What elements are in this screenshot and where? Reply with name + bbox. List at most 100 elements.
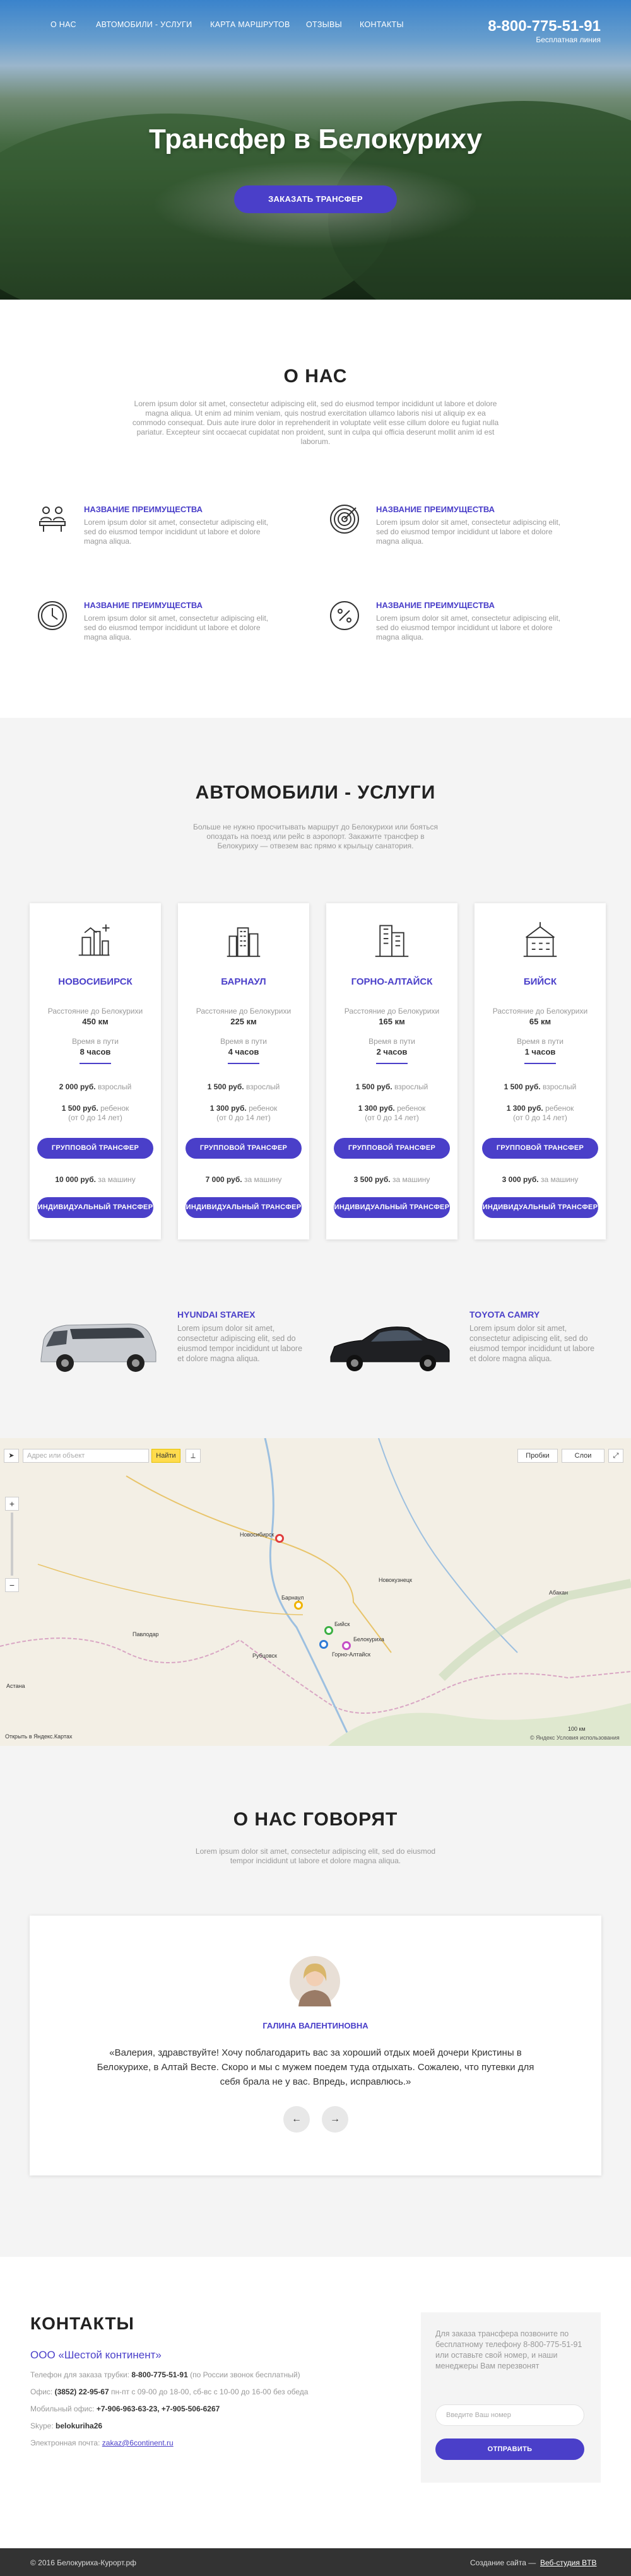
map-marker[interactable] <box>294 1601 303 1610</box>
footer-copyright: © 2016 Белокуриха-Курорт.рф <box>30 2558 136 2567</box>
contact-row: Skype: belokuriha26 <box>30 2421 396 2430</box>
map-city-label: Новокузнецк <box>379 1577 412 1583</box>
contacts-title: КОНТАКТЫ <box>30 2314 134 2333</box>
city-building-icon <box>523 922 557 957</box>
review-quote: «Валерия, здравствуйте! Хочу поблагодари… <box>97 2047 534 2087</box>
individual-transfer-button[interactable]: ИНДИВИДУАЛЬНЫЙ ТРАНСФЕР <box>482 1197 598 1218</box>
prev-review-button[interactable]: ← <box>283 2106 310 2133</box>
group-transfer-button[interactable]: ГРУППОВОЙ ТРАНСФЕР <box>186 1138 302 1159</box>
map-search-input[interactable]: Адрес или объект <box>23 1449 149 1463</box>
contact-label: Телефон для заказа трубки: <box>30 2370 132 2379</box>
footer-credit-link[interactable]: Веб-студия BTB <box>540 2558 597 2567</box>
sedan-image <box>330 1326 450 1371</box>
route-map[interactable]: ➤ Адрес или объект Найти ⟂ Пробки Слои ⤢… <box>0 1438 631 1746</box>
contact-label: Электронная почта: <box>30 2438 102 2447</box>
nav-item-map[interactable]: КАРТА МАРШРУТОВ <box>210 20 290 29</box>
individual-transfer-button[interactable]: ИНДИВИДУАЛЬНЫЙ ТРАНСФЕР <box>37 1197 153 1218</box>
map-city-label: Павлодар <box>133 1631 159 1637</box>
header-phone[interactable]: 8-800-775-51-91 <box>480 18 601 35</box>
services-text: Больше не нужно просчитывать маршрут до … <box>192 823 438 850</box>
map-city-label: Астана <box>6 1683 25 1689</box>
distance-value: 450 км <box>82 1017 109 1026</box>
contact-row: Офис: (3852) 22-95-67 пн-пт с 09-00 до 1… <box>30 2387 396 2396</box>
adult-price: 1 500 руб. взрослый <box>504 1082 577 1091</box>
contact-note: пн-пт с 09-00 до 18-00, сб-вс с 10-00 до… <box>109 2387 309 2396</box>
map-city-label: Бийск <box>334 1621 350 1627</box>
group-transfer-button[interactable]: ГРУППОВОЙ ТРАНСФЕР <box>334 1138 450 1159</box>
company-name: ООО «Шестой континент» <box>30 2349 162 2361</box>
header-phone-note: Бесплатная линия <box>536 35 601 44</box>
nav-item-cars[interactable]: АВТОМОБИЛИ - УСЛУГИ <box>96 20 192 29</box>
service-card: ГОРНО-АЛТАЙСК Расстояние до Белокурихи 165… <box>326 903 457 1239</box>
clock-icon <box>38 601 67 630</box>
city-building-icon <box>78 924 110 956</box>
distance-value: 225 км <box>230 1017 257 1026</box>
distance-label: Расстояние до Белокурихи <box>47 1007 143 1016</box>
child-age-note: (от 0 до 14 лет) <box>68 1113 122 1122</box>
map-marker[interactable] <box>275 1534 284 1543</box>
map-city-label: Абакан <box>549 1590 569 1596</box>
feature-title: НАЗВАНИЕ ПРЕИМУЩЕСТВА <box>376 505 495 514</box>
map-marker[interactable] <box>319 1640 328 1649</box>
contact-label: Skype: <box>30 2421 56 2430</box>
feature-text: Lorem ipsum dolor sit amet, consectetur … <box>84 518 269 546</box>
feature-text: Lorem ipsum dolor sit amet, consectetur … <box>376 518 561 546</box>
phone-input[interactable]: Введите Ваш номер <box>435 2404 584 2426</box>
city-name: БИЙСК <box>523 976 557 987</box>
form-text: Для заказа трансфера позвоните по беспла… <box>435 2329 582 2370</box>
adult-price: 1 500 руб. взрослый <box>355 1082 428 1091</box>
car-price: 7 000 руб. за машину <box>205 1175 282 1184</box>
city-building-icon <box>227 927 261 957</box>
service-card: БИЙСК Расстояние до Белокурихи 65 км Время … <box>475 903 606 1239</box>
nav-item-about[interactable]: О НАС <box>50 20 76 29</box>
time-value: 2 часов <box>376 1047 408 1057</box>
about-title: О НАС <box>283 366 348 387</box>
location-icon[interactable]: ➤ <box>4 1449 19 1463</box>
individual-transfer-button[interactable]: ИНДИВИДУАЛЬНЫЙ ТРАНСФЕР <box>334 1197 450 1218</box>
time-label: Время в пути <box>517 1037 563 1046</box>
group-transfer-button[interactable]: ГРУППОВОЙ ТРАНСФЕР <box>482 1138 598 1159</box>
map-marker[interactable] <box>342 1641 351 1650</box>
map-city-label: Рубцовск <box>252 1653 277 1659</box>
services-title: АВТОМОБИЛИ - УСЛУГИ <box>195 782 436 803</box>
traffic-toggle[interactable]: Пробки <box>517 1449 558 1463</box>
map-scale: 100 км <box>568 1726 586 1732</box>
child-age-note: (от 0 до 14 лет) <box>216 1113 271 1122</box>
map-find-button[interactable]: Найти <box>151 1449 180 1463</box>
layers-button[interactable]: Слои <box>562 1449 604 1463</box>
next-review-button[interactable]: → <box>322 2106 348 2133</box>
contact-value[interactable]: zakaz@6continent.ru <box>102 2438 174 2447</box>
zoom-out-button[interactable]: − <box>5 1578 19 1592</box>
contact-value: +7-906-963-63-23, +7-905-506-6267 <box>96 2404 220 2413</box>
contact-note: (по России звонок бесплатный) <box>187 2370 300 2379</box>
ruler-icon[interactable]: ⟂ <box>186 1449 201 1463</box>
child-price: 1 500 руб. ребенок <box>61 1104 129 1113</box>
feature-text: Lorem ipsum dolor sit amet, consectetur … <box>376 614 561 641</box>
feature-title: НАЗВАНИЕ ПРЕИМУЩЕСТВА <box>84 505 203 514</box>
individual-transfer-button[interactable]: ИНДИВИДУАЛЬНЫЙ ТРАНСФЕР <box>186 1197 302 1218</box>
fullscreen-icon[interactable]: ⤢ <box>608 1449 623 1463</box>
map-city-label: Горно-Алтайск <box>332 1651 371 1658</box>
feature-title: НАЗВАНИЕ ПРЕИМУЩЕСТВА <box>84 600 203 610</box>
zoom-slider[interactable] <box>11 1513 13 1576</box>
open-in-yandex-link[interactable]: Открыть в Яндекс.Картах <box>5 1733 72 1740</box>
nav-item-contacts[interactable]: КОНТАКТЫ <box>360 20 404 29</box>
order-transfer-button[interactable]: ЗАКАЗАТЬ ТРАНСФЕР <box>234 185 397 213</box>
nav-item-reviews[interactable]: ОТЗЫВЫ <box>306 20 342 29</box>
map-copyright[interactable]: © Яндекс Условия использования <box>530 1735 620 1741</box>
group-transfer-button[interactable]: ГРУППОВОЙ ТРАНСФЕР <box>37 1138 153 1159</box>
contact-row: Мобильный офис: +7-906-963-63-23, +7-905… <box>30 2404 396 2413</box>
team-icon <box>39 506 66 532</box>
contact-row: Телефон для заказа трубки: 8-800-775-51-… <box>30 2370 396 2379</box>
map-marker[interactable] <box>324 1626 333 1635</box>
map-city-label: Барнаул <box>281 1595 304 1601</box>
contact-row: Электронная почта: zakaz@6continent.ru <box>30 2438 396 2447</box>
time-value: 8 часов <box>80 1047 111 1057</box>
car-text: Lorem ipsum dolor sit amet, consectetur … <box>469 1324 595 1363</box>
distance-label: Расстояние до Белокурихи <box>196 1007 292 1016</box>
reviewer-avatar <box>290 1956 340 2006</box>
zoom-in-button[interactable]: + <box>5 1497 19 1511</box>
feature-text: Lorem ipsum dolor sit amet, consectetur … <box>84 614 269 641</box>
submit-button[interactable]: ОТПРАВИТЬ <box>435 2438 584 2460</box>
adult-price: 1 500 руб. взрослый <box>207 1082 280 1091</box>
